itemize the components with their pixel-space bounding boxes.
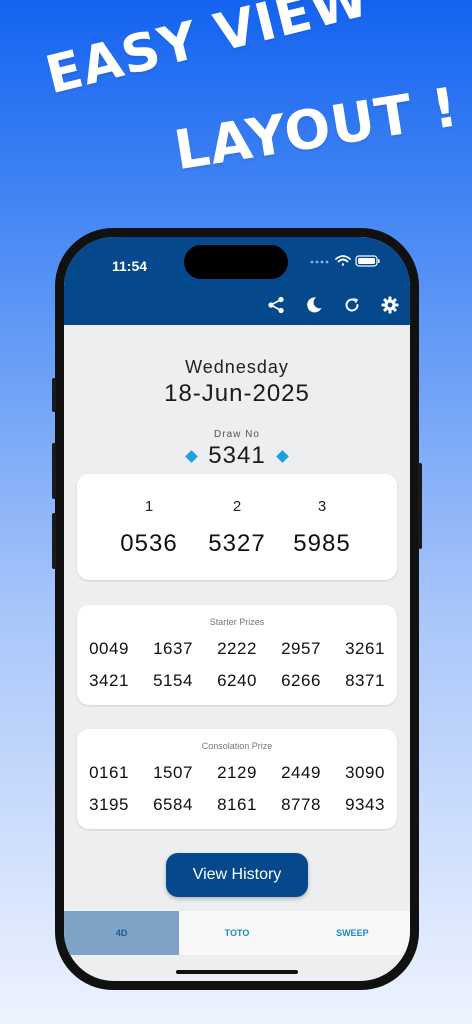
draw-date: 18-Jun-2025 [164, 380, 310, 407]
volume-up-button [52, 443, 56, 499]
tab-4d[interactable]: 4D [64, 911, 180, 955]
app-screen: 11:54 Wednesday 18-Jun-2025 Draw No 5341… [64, 237, 410, 981]
battery-icon [355, 255, 380, 267]
view-history-button[interactable]: View History [166, 853, 308, 897]
wifi-icon [335, 255, 351, 266]
starter-prizes-card: Starter Prizes 0049 1637 2222 2957 3261 … [77, 605, 397, 705]
signal-icon [310, 260, 329, 264]
moon-icon[interactable] [302, 293, 326, 317]
consolation-prize-number: 8778 [281, 795, 321, 814]
third-prize-rank: 3 [317, 498, 327, 515]
volume-down-button [52, 513, 56, 569]
consolation-prizes-grid: 0161 1507 2129 2449 3090 3195 6584 8161 … [77, 763, 397, 815]
top-prizes-card: 1 0536 2 5327 3 5985 [77, 474, 397, 580]
home-indicator[interactable] [176, 970, 298, 974]
consolation-prize-number: 3090 [345, 763, 385, 782]
tab-toto[interactable]: TOTO [179, 911, 294, 955]
consolation-prizes-title: Consolation Prize [201, 741, 273, 751]
status-icons [310, 253, 382, 269]
consolation-prize-number: 3195 [89, 795, 129, 814]
starter-prizes-title: Starter Prizes [209, 617, 265, 627]
consolation-prize-number: 1507 [153, 763, 193, 782]
consolation-prize-number: 0161 [89, 763, 129, 782]
bottom-tab-bar: 4D TOTO SWEEP [64, 911, 410, 955]
share-icon[interactable] [264, 293, 288, 317]
consolation-prize-number: 9343 [345, 795, 385, 814]
third-prize-number: 5985 [293, 530, 351, 557]
first-prize-rank: 1 [144, 498, 154, 515]
consolation-prize-number: 2449 [281, 763, 321, 782]
starter-prize-number: 1637 [153, 639, 193, 658]
refresh-icon[interactable] [340, 293, 364, 317]
starter-prize-number: 2222 [217, 639, 257, 658]
status-time: 11:54 [112, 258, 148, 274]
starter-prize-number: 0049 [89, 639, 129, 658]
starter-prize-number: 3421 [89, 671, 129, 690]
starter-prize-number: 6240 [217, 671, 257, 690]
draw-date-block: Wednesday 18-Jun-2025 [64, 357, 410, 408]
consolation-prize-number: 6584 [153, 795, 193, 814]
starter-prize-number: 3261 [345, 639, 385, 658]
starter-prizes-grid: 0049 1637 2222 2957 3261 3421 5154 6240 … [77, 639, 397, 691]
tab-sweep[interactable]: SWEEP [295, 911, 410, 955]
power-button [418, 463, 422, 549]
draw-no-value: 5341 [208, 442, 266, 469]
phone-side-button [52, 378, 56, 412]
consolation-prize-number: 8161 [217, 795, 257, 814]
starter-prize-number: 8371 [345, 671, 385, 690]
consolation-prize-number: 2129 [217, 763, 257, 782]
consolation-prizes-card: Consolation Prize 0161 1507 2129 2449 30… [77, 729, 397, 829]
starter-prize-number: 5154 [153, 671, 193, 690]
promo-headline-line1: EASY VIEW [40, 0, 376, 107]
previous-draw-icon[interactable] [185, 449, 199, 463]
first-prize-number: 0536 [120, 530, 178, 557]
phone-frame: 11:54 Wednesday 18-Jun-2025 Draw No 5341… [52, 228, 422, 990]
starter-prize-number: 6266 [281, 671, 321, 690]
next-draw-icon[interactable] [275, 449, 289, 463]
dynamic-island [184, 245, 288, 279]
gear-icon[interactable] [378, 293, 402, 317]
draw-weekday: Wednesday [185, 357, 289, 377]
draw-no-row: 5341 [64, 442, 410, 470]
starter-prize-number: 2957 [281, 639, 321, 658]
promo-headline-line2: LAYOUT ! [170, 75, 463, 183]
toolbar [264, 293, 402, 317]
app-header: 11:54 [64, 237, 410, 325]
draw-no-label: Draw No [214, 429, 260, 440]
